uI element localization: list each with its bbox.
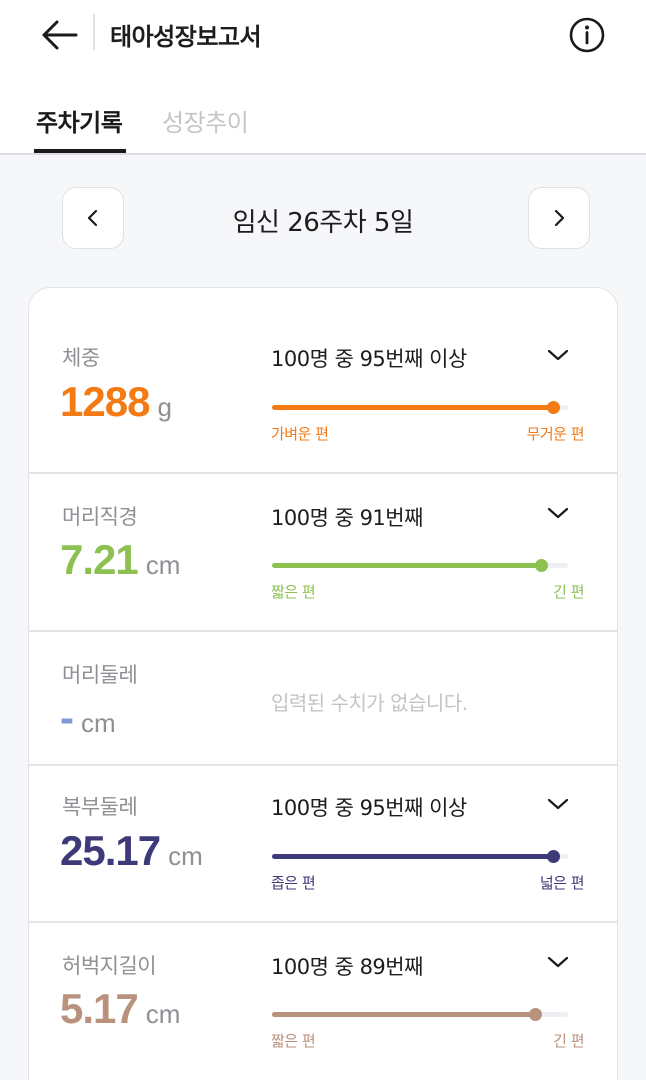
metric-number: 1288 (60, 378, 150, 425)
percentile-marker (547, 850, 560, 863)
low-label-femur-length: 짧은 편 (271, 1032, 316, 1050)
low-label-abdominal-circumference: 좁은 편 (271, 874, 316, 892)
percentile-bar-weight (272, 401, 568, 414)
header-divider (93, 14, 95, 50)
metric-label-abdominal-circumference: 복부둘레 (62, 795, 138, 819)
week-label: 임신 26주차 5일 (232, 208, 414, 238)
chevron-down-icon (547, 507, 569, 519)
metric-value-weight: 1288 g (60, 378, 172, 426)
percentile-bar-abdominal-circumference (272, 850, 568, 863)
metric-value-abdominal-circumference: 25.17 cm (60, 827, 203, 875)
rank-text-weight: 100명 중 95번째 이상 (271, 347, 467, 371)
rank-text-head-diameter: 100명 중 91번째 (271, 506, 423, 530)
percentile-bar-femur-length (272, 1008, 568, 1021)
expand-abdominal-circumference-button[interactable] (540, 786, 576, 822)
metric-unit: cm (145, 999, 181, 1029)
arrow-left-icon (42, 20, 78, 50)
tab-growth-trend[interactable]: 성장추이 (162, 103, 249, 138)
prev-week-button[interactable] (62, 187, 124, 249)
next-week-button[interactable] (528, 187, 590, 249)
no-data-message: 입력된 수치가 없습니다. (271, 691, 468, 715)
metric-label-head-diameter: 머리직경 (62, 505, 138, 529)
high-label-femur-length: 긴 편 (553, 1032, 584, 1050)
metric-value-head-circumference: - cm (60, 694, 116, 742)
percentile-fill (272, 405, 553, 410)
metric-number: 7.21 (60, 536, 139, 583)
chevron-right-icon (554, 209, 565, 227)
percentile-marker (529, 1008, 542, 1021)
percentile-fill (272, 854, 553, 859)
percentile-marker (535, 559, 548, 572)
tab-weekly-record[interactable]: 주차기록 (36, 103, 123, 138)
metric-number: 5.17 (60, 985, 139, 1032)
row-divider (29, 921, 617, 923)
metric-label-head-circumference: 머리둘레 (62, 663, 138, 687)
percentile-fill (272, 563, 541, 568)
metric-value-femur-length: 5.17 cm (60, 985, 180, 1033)
metric-label-weight: 체중 (62, 346, 100, 370)
app-header: 태아성장보고서 주차기록 성장추이 (0, 0, 646, 155)
high-label-abdominal-circumference: 넓은 편 (539, 874, 585, 892)
high-label-weight: 무거운 편 (526, 425, 585, 443)
info-circle-icon (569, 17, 605, 53)
info-button[interactable] (566, 14, 608, 56)
expand-head-diameter-button[interactable] (540, 495, 576, 531)
high-label-head-diameter: 긴 편 (553, 583, 584, 601)
expand-weight-button[interactable] (540, 337, 576, 373)
active-tab-indicator (34, 149, 126, 153)
metric-number: - (60, 694, 74, 741)
chevron-down-icon (547, 956, 569, 968)
row-divider (29, 630, 617, 632)
row-divider (29, 764, 617, 766)
percentile-marker (547, 401, 560, 414)
metric-unit: cm (168, 841, 203, 871)
chevron-left-icon (87, 209, 98, 227)
rank-text-abdominal-circumference: 100명 중 95번째 이상 (271, 796, 467, 820)
chevron-down-icon (547, 798, 569, 810)
chevron-down-icon (547, 349, 569, 361)
metric-number: 25.17 (60, 827, 161, 874)
rank-text-femur-length: 100명 중 89번째 (271, 955, 423, 979)
metric-unit: g (157, 392, 172, 422)
low-label-head-diameter: 짧은 편 (271, 583, 316, 601)
page-title: 태아성장보고서 (110, 23, 262, 51)
back-button[interactable] (36, 12, 82, 58)
percentile-bar-head-diameter (272, 559, 568, 572)
metric-label-femur-length: 허벅지길이 (62, 954, 157, 978)
percentile-fill (272, 1012, 535, 1017)
row-divider (29, 472, 617, 474)
metric-unit: cm (81, 708, 116, 738)
low-label-weight: 가벼운 편 (271, 425, 329, 443)
metric-value-head-diameter: 7.21 cm (60, 536, 180, 584)
metric-unit: cm (145, 550, 181, 580)
expand-femur-length-button[interactable] (540, 944, 576, 980)
